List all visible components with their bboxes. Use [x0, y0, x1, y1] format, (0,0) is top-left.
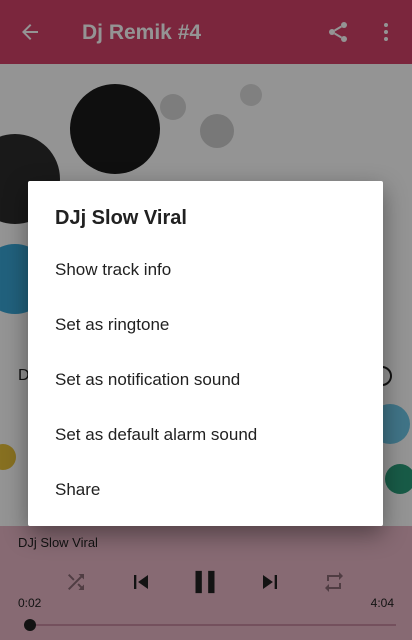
menu-item-set-notification-sound[interactable]: Set as notification sound	[28, 352, 383, 407]
menu-item-set-alarm-sound[interactable]: Set as default alarm sound	[28, 407, 383, 462]
track-options-dialog: DJj Slow Viral Show track info Set as ri…	[28, 181, 383, 526]
dialog-title: DJj Slow Viral	[55, 207, 187, 229]
menu-item-share[interactable]: Share	[28, 462, 383, 517]
menu-item-show-track-info[interactable]: Show track info	[28, 242, 383, 297]
menu-item-set-ringtone[interactable]: Set as ringtone	[28, 297, 383, 352]
